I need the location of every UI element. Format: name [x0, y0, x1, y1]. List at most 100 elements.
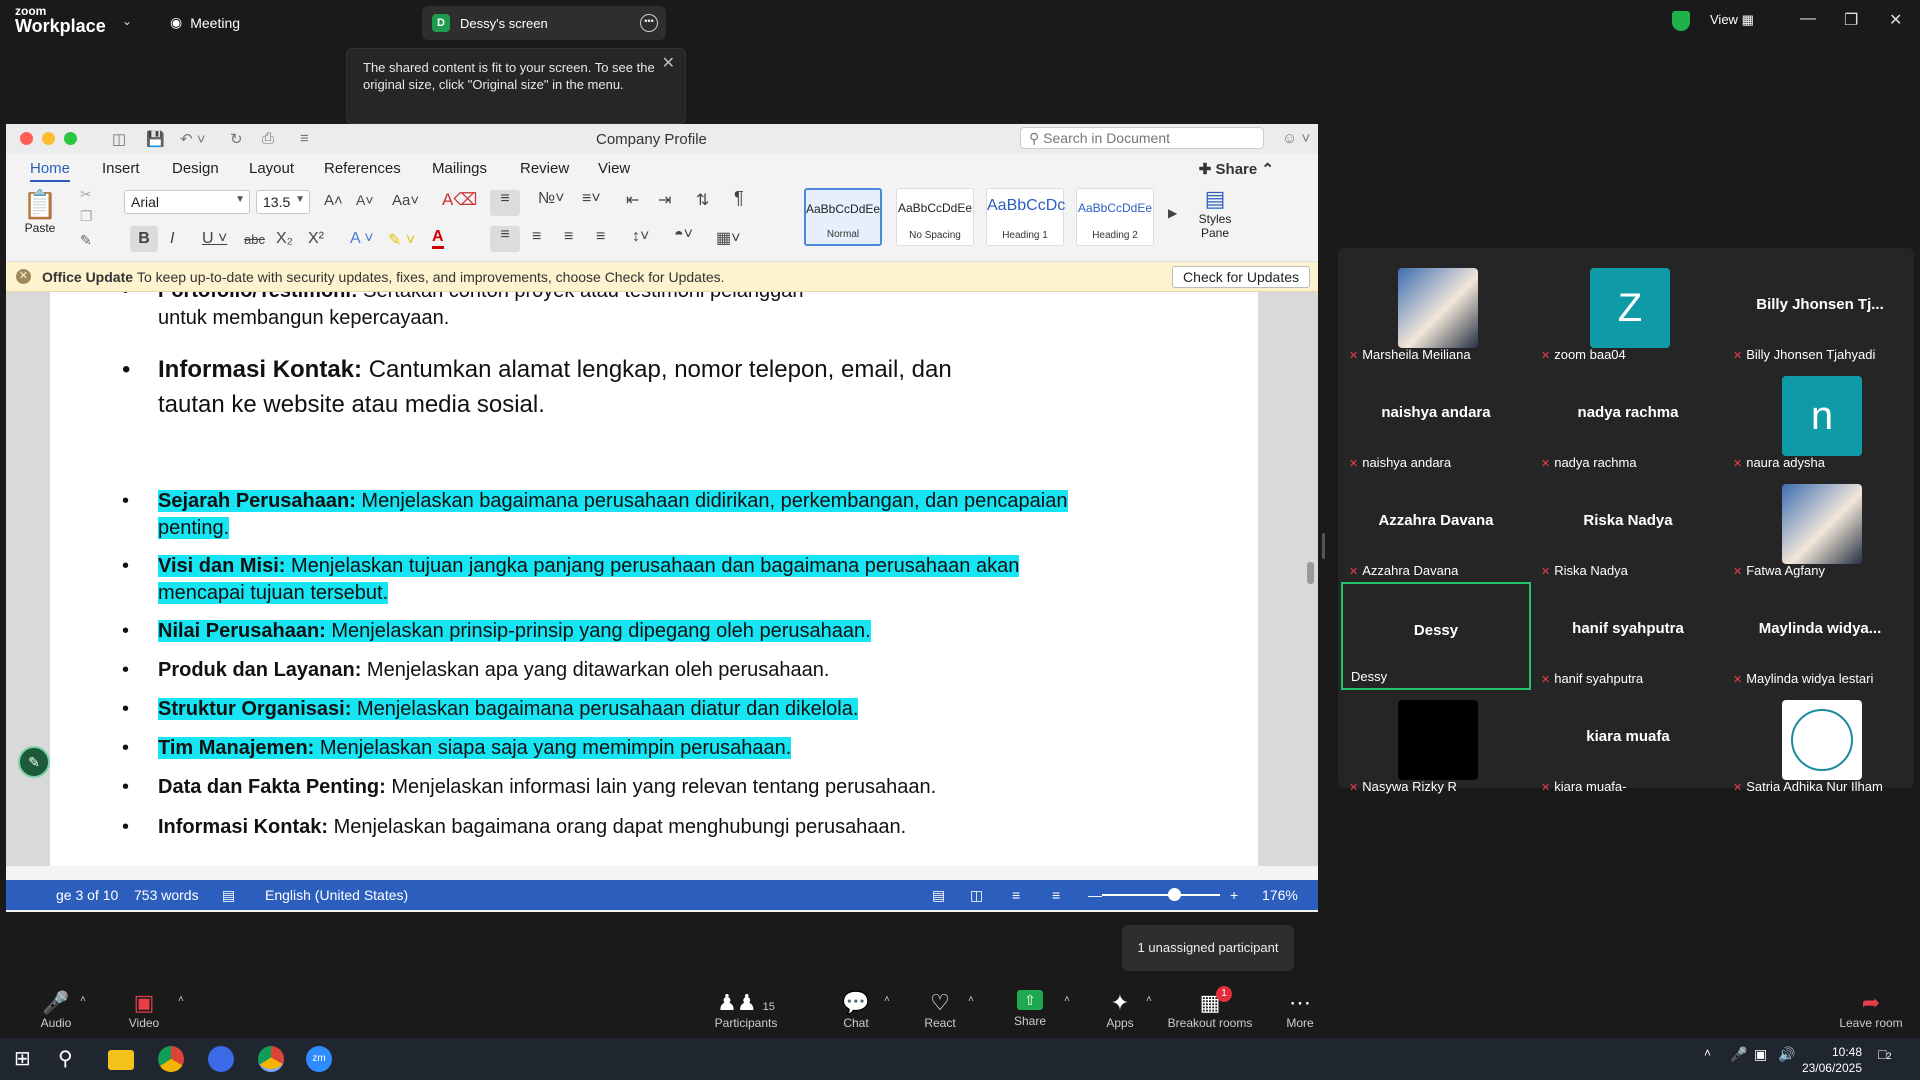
proofing-icon[interactable]: ▤ — [222, 887, 235, 904]
customize-toolbar-icon[interactable]: ≡ — [300, 130, 309, 147]
close-notification-icon[interactable]: ✕ — [16, 269, 31, 284]
check-for-updates-button[interactable]: Check for Updates — [1172, 266, 1310, 288]
more-options-icon[interactable]: ••• — [640, 14, 658, 32]
windows-start-icon[interactable]: ⊞ — [14, 1046, 40, 1072]
shrink-font-icon[interactable]: A˅ — [356, 192, 374, 208]
document-canvas[interactable]: •Portofolio/Testimoni: Sertakan contoh p… — [6, 292, 1318, 866]
style-normal[interactable]: AaBbCcDdEe Normal — [804, 188, 882, 246]
share-screen-button[interactable]: ⇧ Share ˄ — [1010, 990, 1070, 1028]
zoom-slider-knob[interactable] — [1168, 888, 1181, 901]
apps-button[interactable]: ✦ Apps ˄ — [1100, 990, 1152, 1030]
print-icon[interactable]: ⎙ — [262, 130, 274, 147]
align-left-button[interactable]: ≡ — [490, 226, 520, 252]
zoom-out-icon[interactable]: — — [1088, 887, 1102, 903]
tab-review[interactable]: Review — [520, 160, 569, 177]
vertical-scrollbar-thumb[interactable] — [1307, 562, 1314, 584]
styles-more-icon[interactable]: ▶ — [1168, 206, 1177, 220]
save-icon[interactable]: 💾 — [146, 130, 165, 148]
audio-button[interactable]: 🎤 Audio ˄ — [36, 990, 86, 1030]
system-clock[interactable]: 10:48 23/06/2025 — [1802, 1044, 1862, 1076]
browser-icon[interactable] — [208, 1046, 234, 1072]
participant-tile[interactable]: n ✕ naura adysha — [1725, 366, 1915, 474]
focus-view-icon[interactable]: ≡ — [1052, 887, 1060, 903]
participant-tile[interactable]: hanif syahputra ✕ hanif syahputra — [1533, 582, 1723, 690]
participant-tile[interactable]: ✕ Satria Adhika Nur Ilham — [1725, 690, 1915, 798]
zoom-window-button[interactable] — [64, 132, 77, 145]
highlight-color-icon[interactable]: ✎ ˅ — [388, 230, 415, 250]
copy-icon[interactable]: ❐ — [80, 208, 93, 225]
participant-tile[interactable]: Z ✕ zoom baa04 — [1533, 258, 1723, 366]
borders-icon[interactable]: ▦˅ — [716, 228, 740, 248]
participant-tile[interactable]: ✕ Fatwa Agfany — [1725, 474, 1915, 582]
participants-button[interactable]: ♟♟ 15 Participants — [712, 990, 780, 1030]
chevron-up-icon[interactable]: ˄ — [1704, 1046, 1730, 1072]
participant-tile[interactable]: ✕ Nasywa Rizky R — [1341, 690, 1531, 798]
sort-icon[interactable]: ⇅ — [696, 190, 709, 210]
multilevel-list-icon[interactable]: ≡˅ — [582, 190, 601, 208]
leave-room-button[interactable]: ➦ Leave room — [1836, 990, 1906, 1030]
chrome-icon[interactable] — [158, 1046, 184, 1072]
minimize-icon[interactable]: — — [1800, 10, 1816, 28]
web-layout-icon[interactable]: ◫ — [970, 887, 983, 904]
split-view-divider[interactable] — [1322, 533, 1325, 559]
collapse-ribbon-icon[interactable]: ⌃ — [1261, 161, 1274, 178]
bold-button[interactable]: B — [130, 226, 158, 252]
clear-formatting-icon[interactable]: A⌫ — [442, 190, 477, 210]
increase-indent-icon[interactable]: ⇥ — [658, 190, 671, 210]
video-button[interactable]: ▣ Video ˄ — [124, 990, 184, 1030]
participant-tile[interactable]: Riska Nadya ✕ Riska Nadya — [1533, 474, 1723, 582]
font-size-select[interactable]: 13.5 ▼ — [256, 190, 310, 214]
chevron-up-icon[interactable]: ˄ — [1146, 994, 1152, 1005]
grow-font-icon[interactable]: A˄ — [324, 192, 343, 209]
numbering-icon[interactable]: №˅ — [538, 190, 565, 208]
zoom-percentage[interactable]: 176% — [1262, 887, 1298, 903]
shading-icon[interactable]: ◓˅ — [674, 226, 693, 244]
justify-icon[interactable]: ≡ — [596, 228, 605, 246]
chevron-down-icon[interactable]: ⌄ — [122, 14, 132, 28]
tab-meeting[interactable]: ◉ Meeting — [170, 14, 240, 31]
participant-tile[interactable]: Dessy Dessy — [1341, 582, 1531, 690]
align-center-icon[interactable]: ≡ — [532, 228, 541, 246]
redo-icon[interactable]: ↻ — [230, 130, 243, 148]
italic-button[interactable]: I — [170, 230, 174, 248]
tab-mailings[interactable]: Mailings — [432, 160, 487, 177]
chevron-up-icon[interactable]: ˄ — [80, 994, 86, 1005]
zoom-in-icon[interactable]: + — [1230, 887, 1238, 903]
search-icon[interactable]: ⚲ — [58, 1046, 84, 1072]
chevron-up-icon[interactable]: ˄ — [884, 994, 890, 1005]
format-painter-icon[interactable]: ✎ — [80, 232, 92, 249]
minimize-window-button[interactable] — [42, 132, 55, 145]
zoom-slider[interactable] — [1102, 894, 1220, 896]
participant-tile[interactable]: Azzahra Davana ✕ Azzahra Davana — [1341, 474, 1531, 582]
file-explorer-icon[interactable] — [108, 1050, 134, 1070]
style-heading-1[interactable]: AaBbCcDc Heading 1 — [986, 188, 1065, 246]
sidebar-toggle-icon[interactable]: ◫ — [112, 130, 126, 148]
chevron-up-icon[interactable]: ˄ — [968, 994, 974, 1005]
word-share-button[interactable]: ✚ Share ⌃ — [1199, 160, 1274, 178]
change-case-icon[interactable]: Aa˅ — [392, 192, 419, 209]
text-effects-icon[interactable]: A ˅ — [350, 230, 374, 248]
subscript-button[interactable]: X₂ — [276, 230, 293, 248]
network-icon[interactable]: ▣ — [1754, 1046, 1780, 1072]
font-color-icon[interactable]: A — [432, 228, 444, 249]
maximize-icon[interactable]: ❐ — [1844, 10, 1858, 30]
language-label[interactable]: English (United States) — [265, 887, 408, 903]
chat-button[interactable]: 💬 Chat ˄ — [836, 990, 890, 1030]
close-tooltip-icon[interactable]: ✕ — [662, 55, 675, 72]
tab-view[interactable]: View — [598, 160, 630, 177]
view-button[interactable]: View ▦ — [1710, 12, 1754, 28]
bullets-button[interactable]: ≡ — [490, 190, 520, 216]
react-button[interactable]: ♡ React ˄ — [920, 990, 974, 1030]
strikethrough-button[interactable]: abc — [244, 232, 265, 247]
volume-icon[interactable]: 🔊 — [1778, 1046, 1804, 1072]
paste-button[interactable]: 📋 Paste — [20, 188, 60, 235]
tab-layout[interactable]: Layout — [249, 160, 294, 177]
tab-design[interactable]: Design — [172, 160, 219, 177]
participant-tile[interactable]: ✕ Marsheila Meiliana — [1341, 258, 1531, 366]
cut-icon[interactable]: ✂ — [80, 186, 92, 203]
more-button[interactable]: ⋯ More — [1280, 990, 1320, 1030]
undo-icon[interactable]: ↶ ˅ — [180, 130, 206, 148]
security-shield-icon[interactable] — [1672, 11, 1690, 31]
chrome-active-icon[interactable] — [258, 1046, 284, 1072]
notifications-icon[interactable]: □2 — [1878, 1046, 1904, 1072]
